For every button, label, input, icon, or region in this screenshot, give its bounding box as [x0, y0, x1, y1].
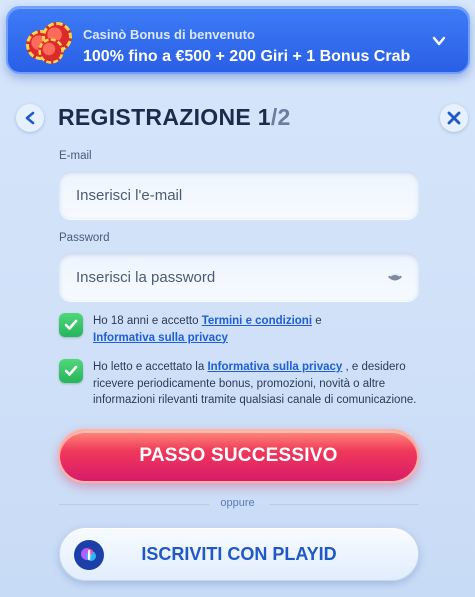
signup-playid-button[interactable]: ISCRIVITI CON PLAYID	[59, 527, 419, 581]
password-label: Password	[59, 232, 110, 244]
consent-age-checkbox[interactable]	[59, 313, 83, 337]
casino-chips-icon	[26, 20, 76, 66]
consent-text-part: Ho 18 anni e accetto	[93, 315, 202, 327]
welcome-bonus-banner[interactable]: Casinò Bonus di benvenuto 100% fino a €5…	[6, 6, 470, 74]
email-field[interactable]	[76, 186, 402, 204]
step-indicator: /2	[270, 104, 291, 130]
bonus-title: Casinò Bonus di benvenuto	[83, 27, 255, 42]
terms-link[interactable]: Termini e condizioni	[202, 315, 312, 327]
bonus-offer: 100% fino a €500 + 200 Giri + 1 Bonus Cr…	[83, 48, 411, 65]
page-title-text: REGISTRAZIONE 1	[58, 104, 271, 130]
chevron-down-icon[interactable]	[432, 34, 446, 48]
consent-text-part: e	[312, 315, 322, 327]
email-field-container	[59, 171, 419, 219]
signup-playid-label: ISCRIVITI CON PLAYID	[141, 543, 337, 564]
page-title: REGISTRAZIONE 1/2	[58, 104, 291, 131]
consent-marketing-text: Ho letto e accettato la Informativa sull…	[93, 359, 423, 409]
password-field-container	[59, 253, 419, 301]
back-button[interactable]	[16, 104, 44, 132]
consent-marketing-checkbox[interactable]	[59, 359, 83, 383]
divider-text: oppure	[220, 497, 255, 509]
consent-age-text: Ho 18 anni e accetto Termini e condizion…	[93, 313, 423, 346]
consent-text-part: Ho letto e accettato la	[93, 361, 208, 373]
privacy-link[interactable]: Informativa sulla privacy	[207, 361, 342, 373]
privacy-link[interactable]: Informativa sulla privacy	[93, 332, 228, 344]
password-field[interactable]	[76, 268, 402, 286]
close-button[interactable]	[440, 104, 468, 132]
email-label: E-mail	[59, 150, 92, 162]
eye-icon[interactable]	[387, 271, 403, 283]
close-icon	[447, 111, 461, 125]
checkmark-icon	[64, 365, 78, 376]
checkmark-icon	[64, 319, 78, 330]
chevron-left-icon	[25, 111, 35, 125]
next-step-button[interactable]: PASSO SUCCESSIVO	[58, 429, 419, 483]
